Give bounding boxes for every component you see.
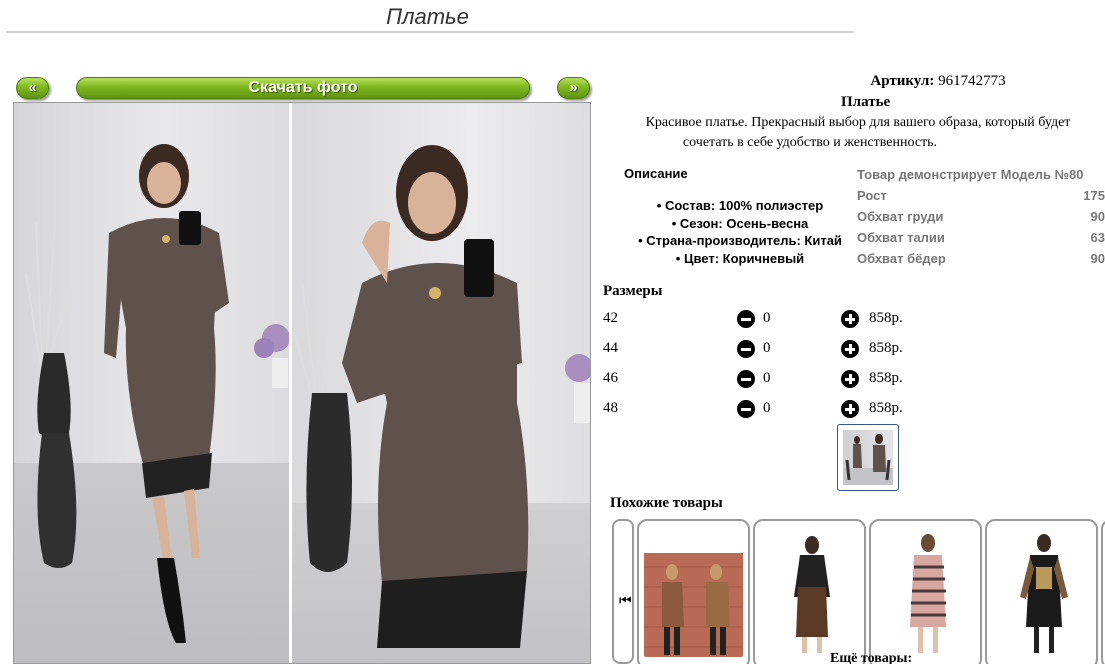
size-row: 46 0 858р. bbox=[603, 370, 1003, 392]
features-list: Состав: 100% полиэстер Сезон: Осень-весн… bbox=[620, 197, 860, 267]
product-description: Красивое платье. Прекрасный выбор для ва… bbox=[600, 113, 1105, 153]
model-param-row: Обхват бёдер 90 bbox=[857, 248, 1105, 269]
price-value: 858р. bbox=[869, 370, 903, 386]
carousel-prev-button[interactable]: ⏮ bbox=[612, 519, 634, 664]
plus-icon[interactable] bbox=[841, 340, 859, 358]
description-heading: Описание bbox=[624, 166, 688, 181]
prev-photo-button[interactable]: « bbox=[16, 77, 49, 99]
similar-heading: Похожие товары bbox=[610, 495, 723, 511]
model-params: Товар демонстрирует Модель №80 Рост 175 О… bbox=[857, 164, 1105, 269]
plus-icon[interactable] bbox=[841, 370, 859, 388]
plus-icon[interactable] bbox=[841, 400, 859, 418]
description-line-1: Красивое платье. Прекрасный выбор для ва… bbox=[645, 115, 1071, 130]
feature-item: Цвет: Коричневый bbox=[620, 250, 860, 268]
size-value: 46 bbox=[603, 370, 618, 386]
feature-item: Сезон: Осень-весна bbox=[620, 215, 860, 233]
similar-product-card[interactable] bbox=[985, 519, 1098, 664]
model-param-row: Обхват талии 63 bbox=[857, 227, 1105, 248]
similar-product-card[interactable] bbox=[1101, 519, 1105, 664]
model-param-row: Обхват груди 90 bbox=[857, 206, 1105, 227]
minus-icon[interactable] bbox=[737, 310, 755, 328]
size-value: 42 bbox=[603, 310, 618, 326]
size-value: 44 bbox=[603, 340, 618, 356]
param-label: Обхват талии bbox=[857, 230, 945, 245]
skip-back-icon: ⏮ bbox=[619, 593, 632, 609]
next-photo-button[interactable]: » bbox=[557, 77, 590, 99]
plus-icon[interactable] bbox=[841, 310, 859, 328]
page-title: Платье bbox=[386, 4, 469, 29]
quantity-value: 0 bbox=[763, 400, 771, 416]
model-heading: Товар демонстрирует Модель №80 bbox=[857, 167, 1084, 182]
product-thumbnail[interactable] bbox=[837, 424, 899, 491]
quantity-value: 0 bbox=[763, 310, 771, 326]
article-value: 961742773 bbox=[938, 73, 1006, 89]
minus-icon[interactable] bbox=[737, 370, 755, 388]
similar-carousel: ⏮ bbox=[612, 519, 1105, 664]
product-photo-2[interactable] bbox=[292, 103, 590, 663]
product-photo-1[interactable] bbox=[14, 103, 289, 663]
param-label: Рост bbox=[857, 188, 887, 203]
minus-icon[interactable] bbox=[737, 340, 755, 358]
product-page: Платье « Скачать фото » Артикул: 9617427… bbox=[0, 0, 1105, 664]
similar-product-card[interactable] bbox=[869, 519, 982, 664]
size-value: 48 bbox=[603, 400, 618, 416]
feature-item: Страна-производитель: Китай bbox=[620, 232, 860, 250]
quantity-value: 0 bbox=[763, 370, 771, 386]
param-value: 90 bbox=[1090, 209, 1105, 224]
param-value: 63 bbox=[1090, 230, 1105, 245]
feature-item: Состав: 100% полиэстер bbox=[620, 197, 860, 215]
param-label: Обхват груди bbox=[857, 209, 944, 224]
similar-product-card[interactable] bbox=[753, 519, 866, 664]
size-row: 44 0 858р. bbox=[603, 340, 1003, 362]
param-value: 90 bbox=[1090, 251, 1105, 266]
param-value: 175 bbox=[1083, 188, 1105, 203]
similar-product-card[interactable] bbox=[637, 519, 750, 664]
article-label: Артикул: bbox=[870, 73, 935, 89]
quantity-value: 0 bbox=[763, 340, 771, 356]
price-value: 858р. bbox=[869, 400, 903, 416]
model-param-row: Рост 175 bbox=[857, 185, 1105, 206]
size-row: 48 0 858р. bbox=[603, 400, 1003, 422]
article-line: Артикул: 961742773 bbox=[600, 73, 1105, 90]
price-value: 858р. bbox=[869, 310, 903, 326]
param-label: Обхват бёдер bbox=[857, 251, 946, 266]
description-line-2: сочетать в себе удобство и женственность… bbox=[682, 135, 938, 150]
sizes-heading: Размеры bbox=[603, 283, 663, 299]
download-photo-button[interactable]: Скачать фото bbox=[76, 77, 530, 99]
more-products-label[interactable]: Ещё товары: bbox=[830, 651, 912, 664]
minus-icon[interactable] bbox=[737, 400, 755, 418]
product-photos bbox=[13, 102, 591, 664]
size-row: 42 0 858р. bbox=[603, 310, 1003, 332]
title-divider bbox=[6, 31, 854, 33]
product-name: Платье bbox=[841, 94, 891, 110]
price-value: 858р. bbox=[869, 340, 903, 356]
